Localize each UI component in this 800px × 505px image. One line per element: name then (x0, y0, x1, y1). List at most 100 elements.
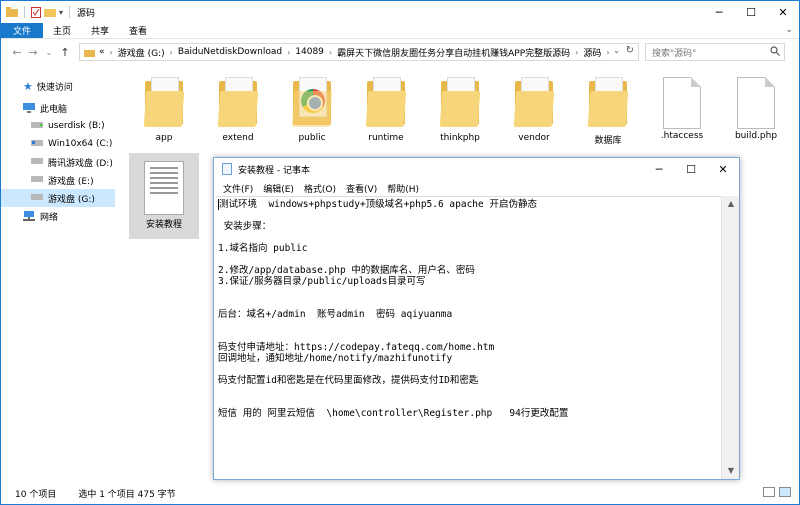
item-count: 10 个项目 (15, 489, 57, 500)
folder-icon (141, 75, 187, 131)
tab-view[interactable]: 查看 (119, 23, 157, 38)
sidebar-item-drive-d[interactable]: 腾讯游戏盘 (D:) (1, 153, 115, 171)
large-icons-view-icon[interactable] (779, 487, 791, 497)
breadcrumb-item[interactable]: 14089 (295, 47, 324, 57)
file-item-install-guide[interactable]: 安装教程 (129, 153, 199, 239)
folder-item-thinkphp[interactable]: thinkphp (425, 67, 495, 153)
notepad-title: 安装教程 - 记事本 (238, 165, 310, 176)
folder-icon (6, 7, 18, 17)
recent-locations-icon[interactable]: ⌄ (41, 48, 57, 57)
maximize-button[interactable]: ☐ (735, 1, 767, 23)
properties-icon[interactable] (31, 6, 41, 18)
menu-view[interactable]: 查看(V) (341, 182, 382, 195)
breadcrumb-item[interactable]: 霸屏天下微信朋友圈任务分享自动挂机赚钱APP完整版源码 (337, 46, 570, 59)
file-item-htaccess[interactable]: .htaccess (647, 67, 717, 153)
menu-help[interactable]: 帮助(H) (382, 182, 424, 195)
address-dropdown-icon[interactable]: ⌄ (613, 46, 620, 55)
text-line (218, 287, 719, 298)
text-line (218, 386, 719, 397)
file-name: 安装教程 (145, 220, 182, 230)
menu-format[interactable]: 格式(O) (299, 182, 341, 195)
file-icon (737, 77, 775, 129)
view-buttons (763, 487, 791, 497)
scroll-down-icon[interactable]: ▼ (722, 463, 740, 479)
sidebar-item-label: 网络 (40, 212, 59, 223)
drive-icon (31, 122, 43, 128)
file-name: .htaccess (660, 131, 704, 141)
file-name: thinkphp (440, 133, 480, 143)
text-line: 码支付申请地址：https://codepay.fateqq.com/home.… (218, 342, 495, 353)
menu-file[interactable]: 文件(F) (218, 182, 258, 195)
breadcrumb-overflow[interactable]: « (99, 47, 105, 57)
sidebar-item-drive-b[interactable]: userdisk (B:) (1, 117, 115, 135)
notepad-minimize-button[interactable]: ─ (643, 158, 675, 180)
computer-icon (23, 103, 35, 113)
up-arrow-icon[interactable]: ↑ (57, 46, 73, 59)
folder-icon (585, 75, 631, 131)
text-line: 短信 用的 阿里云短信 \home\controller\Register.ph… (218, 408, 569, 419)
star-icon: ★ (23, 79, 33, 93)
text-line: 3.保证/服务器目录/public/uploads目录可写 (218, 276, 426, 287)
folder-icon (511, 75, 557, 131)
folder-item-public[interactable]: public (277, 67, 347, 153)
folder-item-app[interactable]: app (129, 67, 199, 153)
tab-home[interactable]: 主页 (43, 23, 81, 38)
text-line: 码支付配置id和密匙是在代码里面修改，提供码支付ID和密匙 (218, 375, 479, 386)
network-icon (23, 211, 35, 221)
notepad-close-button[interactable]: ✕ (707, 158, 739, 180)
text-file-icon (144, 161, 184, 215)
menu-edit[interactable]: 编辑(E) (258, 182, 299, 195)
scroll-up-icon[interactable]: ▲ (722, 196, 740, 212)
folder-item-extend[interactable]: extend (203, 67, 273, 153)
folder-item-database[interactable]: 数据库 (573, 67, 643, 153)
search-input[interactable]: 搜索"源码" (645, 43, 785, 61)
text-line (218, 232, 719, 243)
sidebar-item-drive-g[interactable]: 游戏盘 (G:) (1, 189, 115, 207)
file-name: runtime (368, 133, 404, 143)
close-button[interactable]: ✕ (767, 1, 799, 23)
sidebar-item-drive-e[interactable]: 游戏盘 (E:) (1, 171, 115, 189)
navigation-pane: ★ 快速访问 此电脑 userdisk (B:) Win10x64 (C:) 腾… (1, 67, 115, 477)
text-line (218, 331, 719, 342)
text-line: 后台：域名+/admin 账号admin 密码 aqiyuanma (218, 309, 453, 320)
sidebar-item-label: 游戏盘 (E:) (48, 176, 94, 187)
sidebar-item-label: 游戏盘 (G:) (48, 194, 95, 205)
notepad-icon (222, 163, 232, 175)
breadcrumb-separator: › (575, 47, 579, 57)
breadcrumb-item[interactable]: 源码 (583, 46, 601, 59)
sidebar-item-network[interactable]: 网络 (1, 207, 115, 225)
vertical-scrollbar[interactable]: ▲ ▼ (721, 196, 739, 479)
text-caret (218, 199, 219, 210)
address-bar[interactable]: « › 游戏盘 (G:) › BaiduNetdiskDownload › 14… (79, 43, 639, 61)
breadcrumb-item[interactable]: BaiduNetdiskDownload (178, 47, 282, 57)
forward-arrow-icon[interactable]: → (25, 46, 41, 59)
sidebar-item-this-pc[interactable]: 此电脑 (1, 99, 115, 117)
tab-file[interactable]: 文件 (1, 23, 44, 38)
text-line: 回调地址，通知地址/home/notify/mazhifunotify (218, 353, 453, 364)
search-placeholder: 搜索"源码" (652, 48, 697, 59)
sidebar-item-quick-access[interactable]: ★ 快速访问 (1, 77, 115, 95)
divider (69, 6, 71, 18)
folder-item-runtime[interactable]: runtime (351, 67, 421, 153)
details-view-icon[interactable] (763, 487, 775, 497)
notepad-maximize-button[interactable]: ☐ (675, 158, 707, 180)
folder-icon (363, 75, 409, 131)
sidebar-item-drive-c[interactable]: Win10x64 (C:) (1, 135, 115, 153)
new-folder-icon[interactable] (44, 7, 56, 17)
notepad-text-area[interactable]: 测试环境 windows+phpstudy+顶级域名+php5.6 apache… (216, 196, 721, 479)
refresh-icon[interactable]: ↻ (626, 45, 634, 56)
folder-item-vendor[interactable]: vendor (499, 67, 569, 153)
notepad-window-controls: ─ ☐ ✕ (643, 158, 739, 180)
tab-share[interactable]: 共享 (81, 23, 119, 38)
ribbon-expand-icon[interactable]: ⌄ (785, 25, 793, 35)
file-item-build-php[interactable]: build.php (721, 67, 791, 153)
text-line (218, 320, 719, 331)
minimize-button[interactable]: ─ (703, 1, 735, 23)
breadcrumb-item[interactable]: 游戏盘 (G:) (118, 46, 165, 59)
file-name: 数据库 (594, 136, 622, 146)
back-arrow-icon[interactable]: ← (9, 46, 25, 59)
file-name: app (155, 133, 173, 143)
navigation-bar: ← → ⌄ ↑ « › 游戏盘 (G:) › BaiduNetdiskDownl… (1, 40, 799, 64)
file-name: public (298, 133, 326, 143)
qat-dropdown-icon[interactable]: ▾ (59, 8, 63, 17)
